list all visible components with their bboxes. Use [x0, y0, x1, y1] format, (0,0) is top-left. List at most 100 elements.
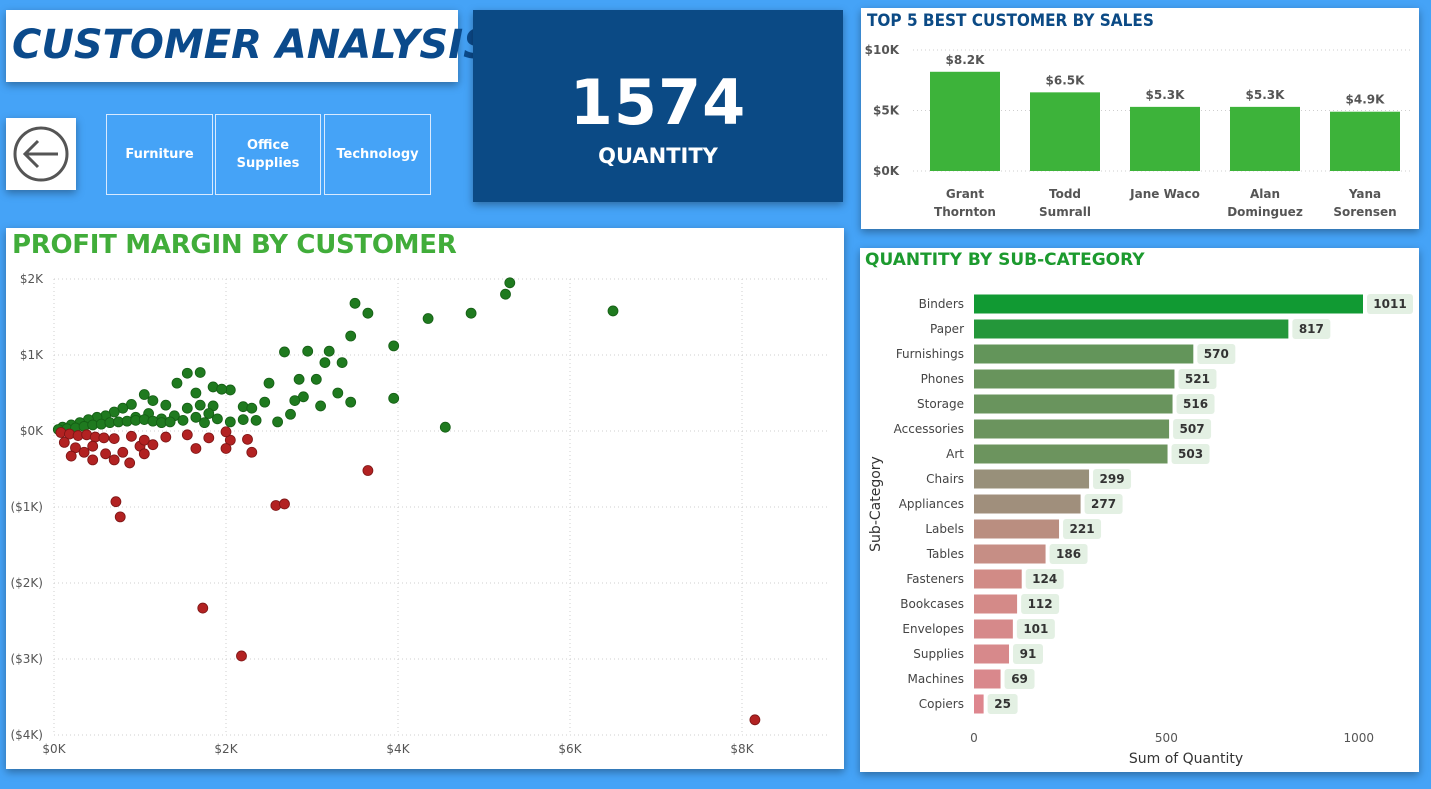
scatter-point — [310, 373, 322, 385]
scatter-point — [504, 277, 516, 289]
furniture-button[interactable]: Furniture — [106, 114, 213, 195]
scatter-point — [100, 448, 111, 460]
y-tick-label: $2K — [20, 272, 44, 286]
bar — [974, 519, 1060, 539]
scatter-point — [362, 465, 374, 476]
data-label: 112 — [1028, 597, 1053, 611]
scatter-point — [236, 650, 247, 662]
x-tick-label: $8K — [730, 742, 754, 756]
scatter-point — [388, 340, 400, 352]
scatter-point — [323, 345, 335, 357]
scatter-point — [117, 446, 129, 458]
y-tick-label: Labels — [925, 522, 964, 536]
bar — [1330, 111, 1400, 171]
scatter-point — [263, 377, 275, 389]
scatter-point — [203, 408, 215, 419]
scatter-point — [293, 373, 305, 385]
data-label: 516 — [1183, 397, 1208, 411]
data-label: $5.3K — [1246, 88, 1286, 102]
scatter-point — [332, 387, 344, 399]
y-tick-label: Storage — [917, 397, 964, 411]
y-tick-label: ($1K) — [10, 500, 43, 514]
y-tick-label: Furnishings — [896, 347, 964, 361]
scatter-point — [289, 395, 301, 407]
kpi-label: QUANTITY — [598, 144, 718, 168]
y-tick-label: Appliances — [899, 497, 964, 511]
scatter-point — [190, 411, 202, 423]
x-tick-label: 500 — [1155, 731, 1178, 745]
data-label: 521 — [1185, 372, 1210, 386]
bar — [1230, 106, 1300, 171]
scatter-point — [199, 417, 210, 429]
office-supplies-button[interactable]: Office Supplies — [215, 114, 321, 195]
top5-bar-chart[interactable]: $10K $5K $0K $8.2K Grant Thornton $6.5K Todd Sum… — [861, 8, 1419, 229]
scatter-point — [177, 414, 189, 426]
bar — [974, 619, 1013, 639]
bar — [974, 494, 1081, 514]
x-tick-label: Dominguez — [1227, 205, 1303, 219]
scatter-point — [87, 440, 99, 452]
back-button[interactable] — [6, 118, 76, 190]
scatter-point — [124, 457, 136, 469]
profit-margin-scatter-chart[interactable]: $2K$1K$0K($1K)($2K)($3K)($4K)$0K $2K $4K $6… — [6, 228, 844, 769]
y-tick-label: Copiers — [919, 697, 964, 711]
scatter-point — [190, 387, 202, 399]
bar — [974, 544, 1046, 564]
y-tick-label: Fasteners — [906, 572, 964, 586]
y-tick-label: $1K — [20, 348, 44, 362]
x-tick-label: $0K — [42, 742, 66, 756]
scatter-point — [224, 416, 236, 428]
scatter-point — [98, 432, 110, 444]
scatter-point — [190, 443, 202, 454]
scatter-point — [220, 443, 232, 454]
scatter-point — [362, 307, 374, 319]
scatter-point — [197, 602, 209, 614]
bar — [974, 444, 1168, 464]
x-tick-label: $2K — [214, 742, 238, 756]
technology-button[interactable]: Technology — [324, 114, 431, 195]
bar — [974, 694, 984, 714]
scatter-point — [345, 396, 357, 408]
scatter-point — [607, 305, 619, 317]
bar — [1130, 106, 1200, 171]
top5-customers-card: TOP 5 BEST CUSTOMER BY SALES $10K $5K $0K $… — [861, 8, 1419, 229]
scatter-point — [58, 436, 70, 448]
scatter-point — [422, 313, 434, 324]
y-tick-label: $0K — [873, 164, 900, 178]
scatter-point — [211, 413, 223, 425]
y-tick-label: Art — [946, 447, 964, 461]
x-tick-label: Yana — [1348, 187, 1381, 201]
y-tick-label: ($2K) — [10, 576, 43, 590]
x-tick-label: Alan — [1250, 187, 1280, 201]
scatter-point — [108, 454, 120, 466]
x-tick-label: Thornton — [934, 205, 996, 219]
x-axis-label: Sum of Quantity — [1129, 751, 1243, 767]
data-label: 69 — [1011, 672, 1028, 686]
scatter-point — [171, 377, 183, 389]
subcategory-card: QUANTITY BY SUB-CATEGORY Binders 1011 Pape… — [860, 248, 1419, 772]
scatter-point — [250, 414, 262, 426]
scatter-point — [181, 429, 193, 441]
data-label: 101 — [1023, 622, 1048, 636]
bar — [974, 569, 1022, 589]
data-label: $5.3K — [1146, 88, 1186, 102]
scatter-point — [164, 416, 176, 428]
bar — [974, 394, 1173, 414]
scatter-point — [181, 367, 193, 379]
scatter-point — [345, 330, 357, 342]
data-label: 277 — [1091, 497, 1116, 511]
scatter-point — [336, 357, 348, 369]
data-label: 299 — [1100, 472, 1125, 486]
bar — [974, 644, 1010, 664]
scatter-point — [203, 432, 215, 444]
scatter-point — [272, 416, 284, 428]
data-label: 186 — [1056, 547, 1081, 561]
bar — [974, 419, 1170, 439]
data-label: 817 — [1299, 322, 1324, 336]
y-tick-label: Bookcases — [900, 597, 964, 611]
scatter-point — [259, 396, 271, 408]
y-axis-label: Sub-Category — [868, 456, 884, 552]
x-tick-label: $4K — [386, 742, 410, 756]
quantity-by-subcategory-chart[interactable]: Binders 1011 Paper 817 Furnishings 570 Phones 5… — [860, 248, 1419, 772]
scatter-point — [749, 714, 761, 726]
